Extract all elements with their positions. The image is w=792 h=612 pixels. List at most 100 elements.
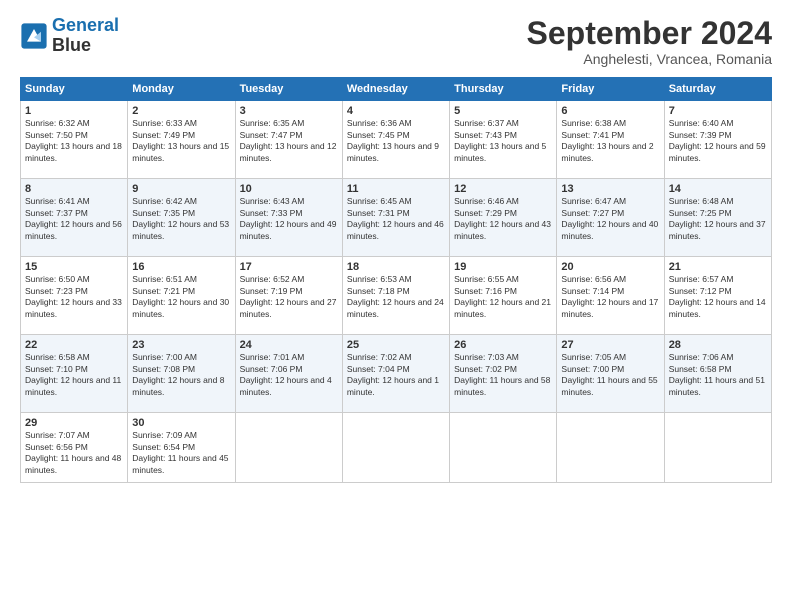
day-info: Sunrise: 6:47 AM Sunset: 7:27 PM Dayligh… (561, 196, 659, 242)
table-row: 30 Sunrise: 7:09 AM Sunset: 6:54 PM Dayl… (128, 413, 235, 483)
day-number: 3 (240, 105, 338, 117)
day-number: 28 (669, 339, 767, 351)
day-number: 2 (132, 105, 230, 117)
table-row: 29 Sunrise: 7:07 AM Sunset: 6:56 PM Dayl… (21, 413, 128, 483)
day-number: 14 (669, 183, 767, 195)
table-row: 15 Sunrise: 6:50 AM Sunset: 7:23 PM Dayl… (21, 257, 128, 335)
table-row (450, 413, 557, 483)
table-row: 23 Sunrise: 7:00 AM Sunset: 7:08 PM Dayl… (128, 335, 235, 413)
table-row: 4 Sunrise: 6:36 AM Sunset: 7:45 PM Dayli… (342, 101, 449, 179)
table-row: 8 Sunrise: 6:41 AM Sunset: 7:37 PM Dayli… (21, 179, 128, 257)
day-info: Sunrise: 7:09 AM Sunset: 6:54 PM Dayligh… (132, 430, 230, 476)
day-number: 13 (561, 183, 659, 195)
day-number: 26 (454, 339, 552, 351)
day-number: 21 (669, 261, 767, 273)
table-row: 13 Sunrise: 6:47 AM Sunset: 7:27 PM Dayl… (557, 179, 664, 257)
day-info: Sunrise: 6:48 AM Sunset: 7:25 PM Dayligh… (669, 196, 767, 242)
day-number: 29 (25, 417, 123, 429)
day-number: 4 (347, 105, 445, 117)
day-number: 1 (25, 105, 123, 117)
table-row (557, 413, 664, 483)
title-block: September 2024 Anghelesti, Vrancea, Roma… (527, 16, 772, 67)
table-row: 6 Sunrise: 6:38 AM Sunset: 7:41 PM Dayli… (557, 101, 664, 179)
day-number: 20 (561, 261, 659, 273)
day-info: Sunrise: 6:33 AM Sunset: 7:49 PM Dayligh… (132, 118, 230, 164)
day-number: 7 (669, 105, 767, 117)
location-subtitle: Anghelesti, Vrancea, Romania (527, 51, 772, 67)
day-number: 19 (454, 261, 552, 273)
day-number: 17 (240, 261, 338, 273)
table-row: 17 Sunrise: 6:52 AM Sunset: 7:19 PM Dayl… (235, 257, 342, 335)
table-row: 18 Sunrise: 6:53 AM Sunset: 7:18 PM Dayl… (342, 257, 449, 335)
table-row: 20 Sunrise: 6:56 AM Sunset: 7:14 PM Dayl… (557, 257, 664, 335)
table-row: 21 Sunrise: 6:57 AM Sunset: 7:12 PM Dayl… (664, 257, 771, 335)
table-row: 24 Sunrise: 7:01 AM Sunset: 7:06 PM Dayl… (235, 335, 342, 413)
table-row: 19 Sunrise: 6:55 AM Sunset: 7:16 PM Dayl… (450, 257, 557, 335)
day-info: Sunrise: 6:43 AM Sunset: 7:33 PM Dayligh… (240, 196, 338, 242)
header-friday: Friday (557, 78, 664, 101)
day-info: Sunrise: 6:57 AM Sunset: 7:12 PM Dayligh… (669, 274, 767, 320)
calendar-table: Sunday Monday Tuesday Wednesday Thursday… (20, 77, 772, 483)
day-info: Sunrise: 6:37 AM Sunset: 7:43 PM Dayligh… (454, 118, 552, 164)
table-row: 14 Sunrise: 6:48 AM Sunset: 7:25 PM Dayl… (664, 179, 771, 257)
day-number: 8 (25, 183, 123, 195)
day-info: Sunrise: 6:35 AM Sunset: 7:47 PM Dayligh… (240, 118, 338, 164)
table-row: 16 Sunrise: 6:51 AM Sunset: 7:21 PM Dayl… (128, 257, 235, 335)
day-info: Sunrise: 6:38 AM Sunset: 7:41 PM Dayligh… (561, 118, 659, 164)
table-row: 22 Sunrise: 6:58 AM Sunset: 7:10 PM Dayl… (21, 335, 128, 413)
day-info: Sunrise: 6:36 AM Sunset: 7:45 PM Dayligh… (347, 118, 445, 164)
day-number: 12 (454, 183, 552, 195)
day-info: Sunrise: 7:02 AM Sunset: 7:04 PM Dayligh… (347, 352, 445, 398)
table-row: 28 Sunrise: 7:06 AM Sunset: 6:58 PM Dayl… (664, 335, 771, 413)
day-info: Sunrise: 6:45 AM Sunset: 7:31 PM Dayligh… (347, 196, 445, 242)
table-row (235, 413, 342, 483)
day-number: 22 (25, 339, 123, 351)
day-info: Sunrise: 7:05 AM Sunset: 7:00 PM Dayligh… (561, 352, 659, 398)
day-info: Sunrise: 7:03 AM Sunset: 7:02 PM Dayligh… (454, 352, 552, 398)
table-row: 11 Sunrise: 6:45 AM Sunset: 7:31 PM Dayl… (342, 179, 449, 257)
day-info: Sunrise: 7:06 AM Sunset: 6:58 PM Dayligh… (669, 352, 767, 398)
day-number: 24 (240, 339, 338, 351)
header: General Blue September 2024 Anghelesti, … (20, 16, 772, 67)
header-monday: Monday (128, 78, 235, 101)
header-wednesday: Wednesday (342, 78, 449, 101)
day-number: 11 (347, 183, 445, 195)
month-title: September 2024 (527, 16, 772, 51)
table-row: 10 Sunrise: 6:43 AM Sunset: 7:33 PM Dayl… (235, 179, 342, 257)
day-number: 27 (561, 339, 659, 351)
header-thursday: Thursday (450, 78, 557, 101)
table-row: 26 Sunrise: 7:03 AM Sunset: 7:02 PM Dayl… (450, 335, 557, 413)
day-info: Sunrise: 6:40 AM Sunset: 7:39 PM Dayligh… (669, 118, 767, 164)
day-info: Sunrise: 7:07 AM Sunset: 6:56 PM Dayligh… (25, 430, 123, 476)
day-info: Sunrise: 6:52 AM Sunset: 7:19 PM Dayligh… (240, 274, 338, 320)
table-row: 2 Sunrise: 6:33 AM Sunset: 7:49 PM Dayli… (128, 101, 235, 179)
day-number: 18 (347, 261, 445, 273)
day-number: 23 (132, 339, 230, 351)
header-sunday: Sunday (21, 78, 128, 101)
logo-icon (20, 22, 48, 50)
logo: General Blue (20, 16, 119, 56)
table-row: 12 Sunrise: 6:46 AM Sunset: 7:29 PM Dayl… (450, 179, 557, 257)
table-row: 1 Sunrise: 6:32 AM Sunset: 7:50 PM Dayli… (21, 101, 128, 179)
table-row: 3 Sunrise: 6:35 AM Sunset: 7:47 PM Dayli… (235, 101, 342, 179)
day-number: 15 (25, 261, 123, 273)
page: General Blue September 2024 Anghelesti, … (0, 0, 792, 612)
day-info: Sunrise: 6:50 AM Sunset: 7:23 PM Dayligh… (25, 274, 123, 320)
table-row: 9 Sunrise: 6:42 AM Sunset: 7:35 PM Dayli… (128, 179, 235, 257)
day-info: Sunrise: 6:32 AM Sunset: 7:50 PM Dayligh… (25, 118, 123, 164)
day-info: Sunrise: 6:41 AM Sunset: 7:37 PM Dayligh… (25, 196, 123, 242)
day-number: 30 (132, 417, 230, 429)
header-saturday: Saturday (664, 78, 771, 101)
day-info: Sunrise: 7:01 AM Sunset: 7:06 PM Dayligh… (240, 352, 338, 398)
day-info: Sunrise: 6:55 AM Sunset: 7:16 PM Dayligh… (454, 274, 552, 320)
day-info: Sunrise: 7:00 AM Sunset: 7:08 PM Dayligh… (132, 352, 230, 398)
table-row (342, 413, 449, 483)
table-row (664, 413, 771, 483)
day-info: Sunrise: 6:42 AM Sunset: 7:35 PM Dayligh… (132, 196, 230, 242)
day-number: 10 (240, 183, 338, 195)
day-number: 9 (132, 183, 230, 195)
day-number: 16 (132, 261, 230, 273)
day-info: Sunrise: 6:53 AM Sunset: 7:18 PM Dayligh… (347, 274, 445, 320)
day-info: Sunrise: 6:56 AM Sunset: 7:14 PM Dayligh… (561, 274, 659, 320)
day-info: Sunrise: 6:46 AM Sunset: 7:29 PM Dayligh… (454, 196, 552, 242)
